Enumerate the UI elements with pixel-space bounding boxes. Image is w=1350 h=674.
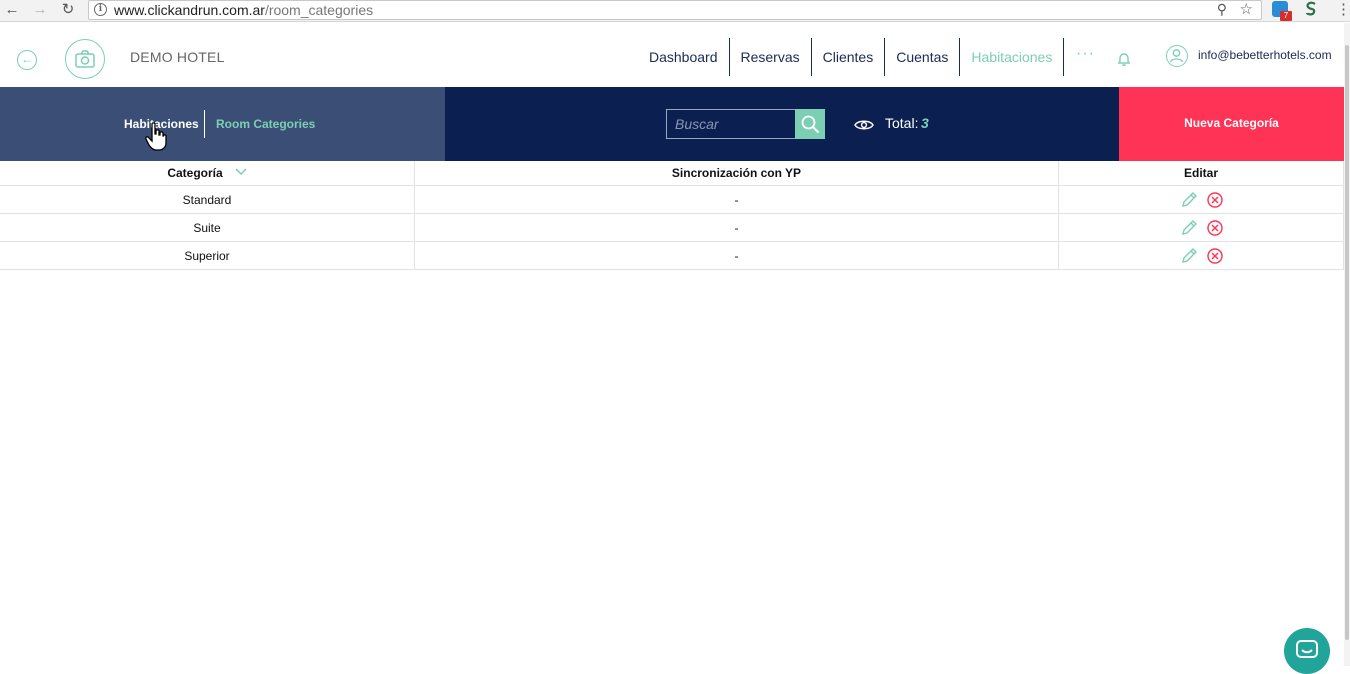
total-label: Total: (885, 115, 919, 131)
address-bar[interactable]: i www.clickandrun.com.ar/room_categories… (88, 0, 1262, 20)
table-row: Suite - (0, 214, 1344, 242)
category-cell: Superior (0, 242, 415, 269)
edit-pencil-icon[interactable] (1180, 219, 1198, 237)
hotel-logo-camera-icon[interactable] (65, 39, 105, 79)
actions-cell (1059, 214, 1344, 241)
subnav-panel: Habitaciones Room Categories (0, 87, 445, 161)
browser-menu-icon[interactable]: ⋮ (1336, 0, 1350, 18)
browser-toolbar: ← → ↻ i www.clickandrun.com.ar/room_cate… (0, 0, 1350, 22)
column-header-categoria[interactable]: Categoría (0, 161, 415, 185)
browser-forward-icon[interactable]: → (31, 1, 49, 19)
chevron-down-icon[interactable] (235, 167, 247, 179)
sync-cell: - (415, 214, 1059, 241)
table-row: Superior - (0, 242, 1344, 270)
more-options-icon[interactable]: ··· (1076, 45, 1095, 63)
column-header-sincronizacion: Sincronización con YP (415, 161, 1059, 185)
table-header-row: Categoría Sincronización con YP Editar (0, 161, 1344, 186)
delete-x-icon[interactable] (1206, 219, 1224, 237)
new-category-button[interactable]: Nueva Categoría (1119, 87, 1344, 161)
chat-launcher-button[interactable] (1284, 628, 1330, 674)
new-category-label: Nueva Categoría (1184, 116, 1279, 130)
column-header-editar: Editar (1059, 161, 1344, 185)
zoom-icon[interactable]: ⚲ (1217, 1, 1227, 18)
chat-icon (1296, 640, 1318, 658)
category-cell: Standard (0, 186, 415, 213)
bell-icon[interactable] (1116, 51, 1132, 72)
eye-icon (854, 118, 874, 136)
nav-cuentas[interactable]: Cuentas (885, 38, 961, 76)
page-scrollbar[interactable] (1344, 23, 1350, 666)
url-path: /room_categories (264, 2, 374, 18)
hotel-name: DEMO HOTEL (130, 49, 225, 65)
address-url: www.clickandrun.com.ar/room_categories (114, 2, 373, 18)
sync-cell: - (415, 242, 1059, 269)
main-nav: Dashboard Reservas Clientes Cuentas Habi… (638, 38, 1065, 76)
extension-s-icon[interactable] (1303, 1, 1319, 17)
app-header: ← DEMO HOTEL Dashboard Reservas Clientes… (0, 23, 1344, 87)
bookmark-star-icon[interactable]: ☆ (1240, 0, 1253, 18)
total-count: 3 (921, 115, 929, 131)
categories-table: Categoría Sincronización con YP Editar S… (0, 161, 1344, 270)
browser-reload-icon[interactable]: ↻ (59, 1, 77, 19)
search-input[interactable] (666, 109, 796, 139)
nav-dashboard[interactable]: Dashboard (638, 38, 730, 76)
nav-habitaciones[interactable]: Habitaciones (960, 38, 1065, 76)
subnav-divider (204, 110, 205, 138)
subnav-room-categories[interactable]: Room Categories (216, 117, 315, 131)
toolbar-band: Habitaciones Room Categories Total: 3 Nu… (0, 87, 1344, 161)
table-row: Standard - (0, 186, 1344, 214)
search-panel: Total: 3 (445, 87, 1119, 161)
search-button[interactable] (795, 109, 825, 139)
url-domain: www.clickandrun.com.ar (114, 2, 265, 18)
hand-pointer-cursor-icon (145, 122, 167, 157)
actions-cell (1059, 242, 1344, 269)
nav-reservas[interactable]: Reservas (730, 38, 812, 76)
search-icon (801, 115, 820, 134)
delete-x-icon[interactable] (1206, 247, 1224, 265)
category-cell: Suite (0, 214, 415, 241)
scrollbar-thumb[interactable] (1345, 45, 1349, 640)
actions-cell (1059, 186, 1344, 213)
user-email[interactable]: info@bebetterhotels.com (1198, 48, 1332, 62)
sync-cell: - (415, 186, 1059, 213)
user-avatar-icon[interactable] (1166, 45, 1188, 67)
edit-pencil-icon[interactable] (1180, 247, 1198, 265)
delete-x-icon[interactable] (1206, 191, 1224, 209)
back-arrow-icon[interactable]: ← (17, 50, 37, 70)
site-info-icon[interactable]: i (94, 3, 107, 16)
extension-badge: 7 (1280, 11, 1292, 21)
browser-back-icon[interactable]: ← (3, 1, 21, 19)
edit-pencil-icon[interactable] (1180, 191, 1198, 209)
nav-clientes[interactable]: Clientes (812, 38, 886, 76)
column-header-categoria-label: Categoría (167, 166, 223, 180)
